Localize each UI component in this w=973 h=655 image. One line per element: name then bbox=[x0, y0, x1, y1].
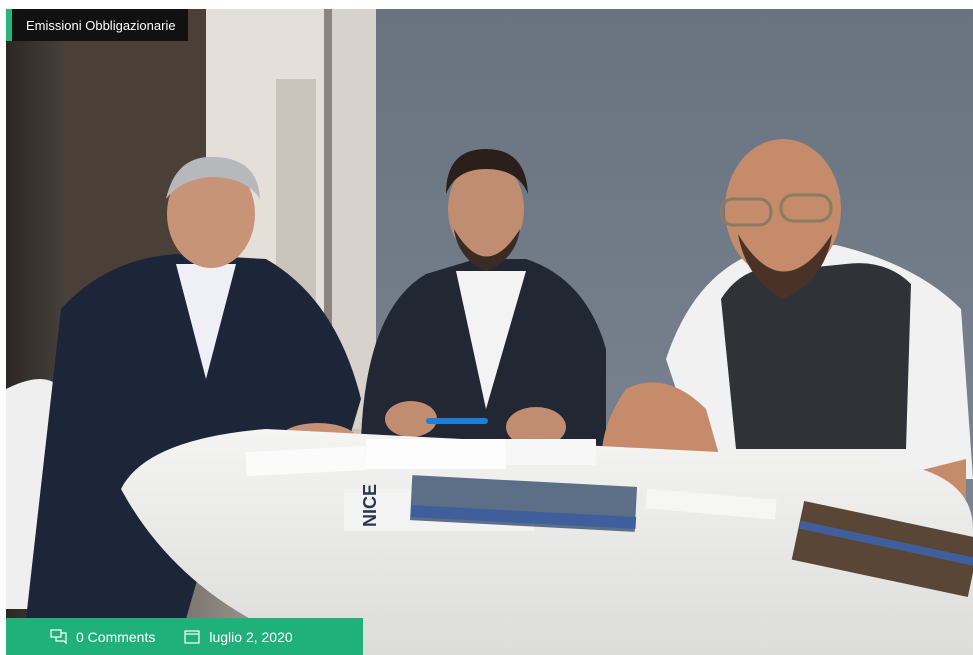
category-tag[interactable]: Emissioni Obbligazionarie bbox=[6, 9, 188, 41]
post-date: luglio 2, 2020 bbox=[183, 628, 293, 646]
svg-text:NICE: NICE bbox=[360, 484, 380, 527]
comments-count: 0 Comments bbox=[76, 628, 156, 645]
comments-link[interactable]: 0 Comments bbox=[50, 628, 155, 646]
comments-icon bbox=[50, 628, 67, 644]
calendar-icon bbox=[184, 629, 200, 644]
post-meta-bar: 0 Comments luglio 2, 2020 bbox=[6, 618, 363, 655]
featured-image[interactable]: NICE bbox=[6, 9, 973, 655]
date-label: luglio 2, 2020 bbox=[209, 628, 293, 645]
meeting-photo: NICE bbox=[6, 9, 973, 655]
category-label: Emissioni Obbligazionarie bbox=[12, 9, 188, 41]
